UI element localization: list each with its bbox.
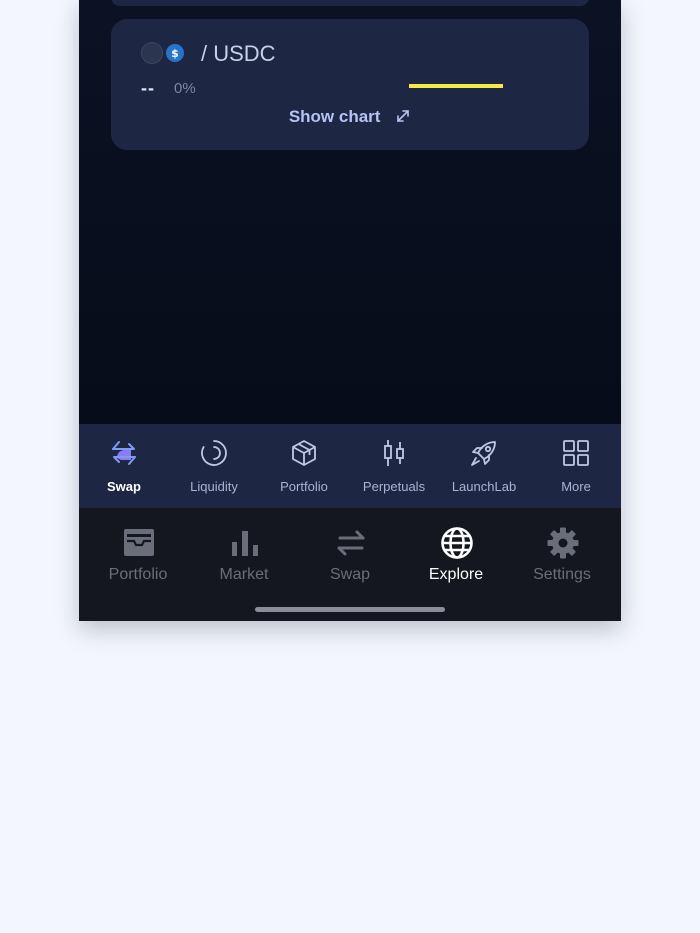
feature-tab-swap[interactable]: Swap <box>79 424 169 508</box>
tab-settings[interactable]: Settings <box>509 508 615 598</box>
feature-tab-label: Liquidity <box>190 479 238 494</box>
globe-icon <box>440 526 474 560</box>
feature-tab-perpetuals[interactable]: Perpetuals <box>349 424 439 508</box>
feature-tab-launchlab[interactable]: LaunchLab <box>439 424 529 508</box>
pair-name: / USDC <box>201 41 276 66</box>
bottom-tab-bar: Portfolio Market Swap Explore Settings <box>79 508 621 621</box>
pair-price: -- <box>141 78 155 98</box>
feature-tab-label: Perpetuals <box>362 479 426 494</box>
cube-icon <box>289 438 319 468</box>
tab-market[interactable]: Market <box>191 508 297 598</box>
tab-explore[interactable]: Explore <box>403 508 509 598</box>
rocket-icon <box>469 438 499 468</box>
show-chart-label: Show chart <box>288 107 381 126</box>
show-chart-button[interactable]: Show chart <box>111 107 589 129</box>
tab-label: Swap <box>329 566 371 583</box>
expand-icon <box>395 108 411 129</box>
usdc-token-icon: $ <box>166 44 184 62</box>
tab-portfolio[interactable]: Portfolio <box>85 508 191 598</box>
liquidity-ring-icon <box>199 438 229 468</box>
swap-arrows-icon <box>334 526 368 560</box>
tab-label: Market <box>219 566 269 583</box>
token-icon <box>141 42 163 64</box>
pair-change: 0% <box>174 80 196 97</box>
bar-chart-icon <box>228 526 262 560</box>
wallet-icon <box>122 526 156 560</box>
app-screen: $ / USDC -- 0% Show chart Swap Liquidity… <box>79 0 621 621</box>
tab-label: Portfolio <box>108 566 168 583</box>
tab-label: Settings <box>533 566 591 583</box>
swap-arrows-icon <box>109 438 139 468</box>
gear-icon <box>546 526 580 560</box>
feature-tab-label: Swap <box>107 479 141 494</box>
feature-tab-label: Portfolio <box>280 479 328 494</box>
active-tab-indicator <box>409 84 503 88</box>
feature-nav: Swap Liquidity Portfolio Perpetuals Laun… <box>79 424 621 508</box>
candlestick-icon <box>379 438 409 468</box>
tab-swap[interactable]: Swap <box>297 508 403 598</box>
tab-label: Explore <box>428 566 484 583</box>
feature-tab-portfolio[interactable]: Portfolio <box>259 424 349 508</box>
pair-card: $ / USDC -- 0% Show chart <box>111 19 589 150</box>
previous-card <box>111 0 589 6</box>
grid-icon <box>561 438 591 468</box>
feature-tab-label: LaunchLab <box>451 479 517 494</box>
feature-tab-label: More <box>561 479 591 494</box>
feature-tab-liquidity[interactable]: Liquidity <box>169 424 259 508</box>
home-indicator <box>255 607 445 612</box>
feature-tab-more[interactable]: More <box>531 424 621 508</box>
